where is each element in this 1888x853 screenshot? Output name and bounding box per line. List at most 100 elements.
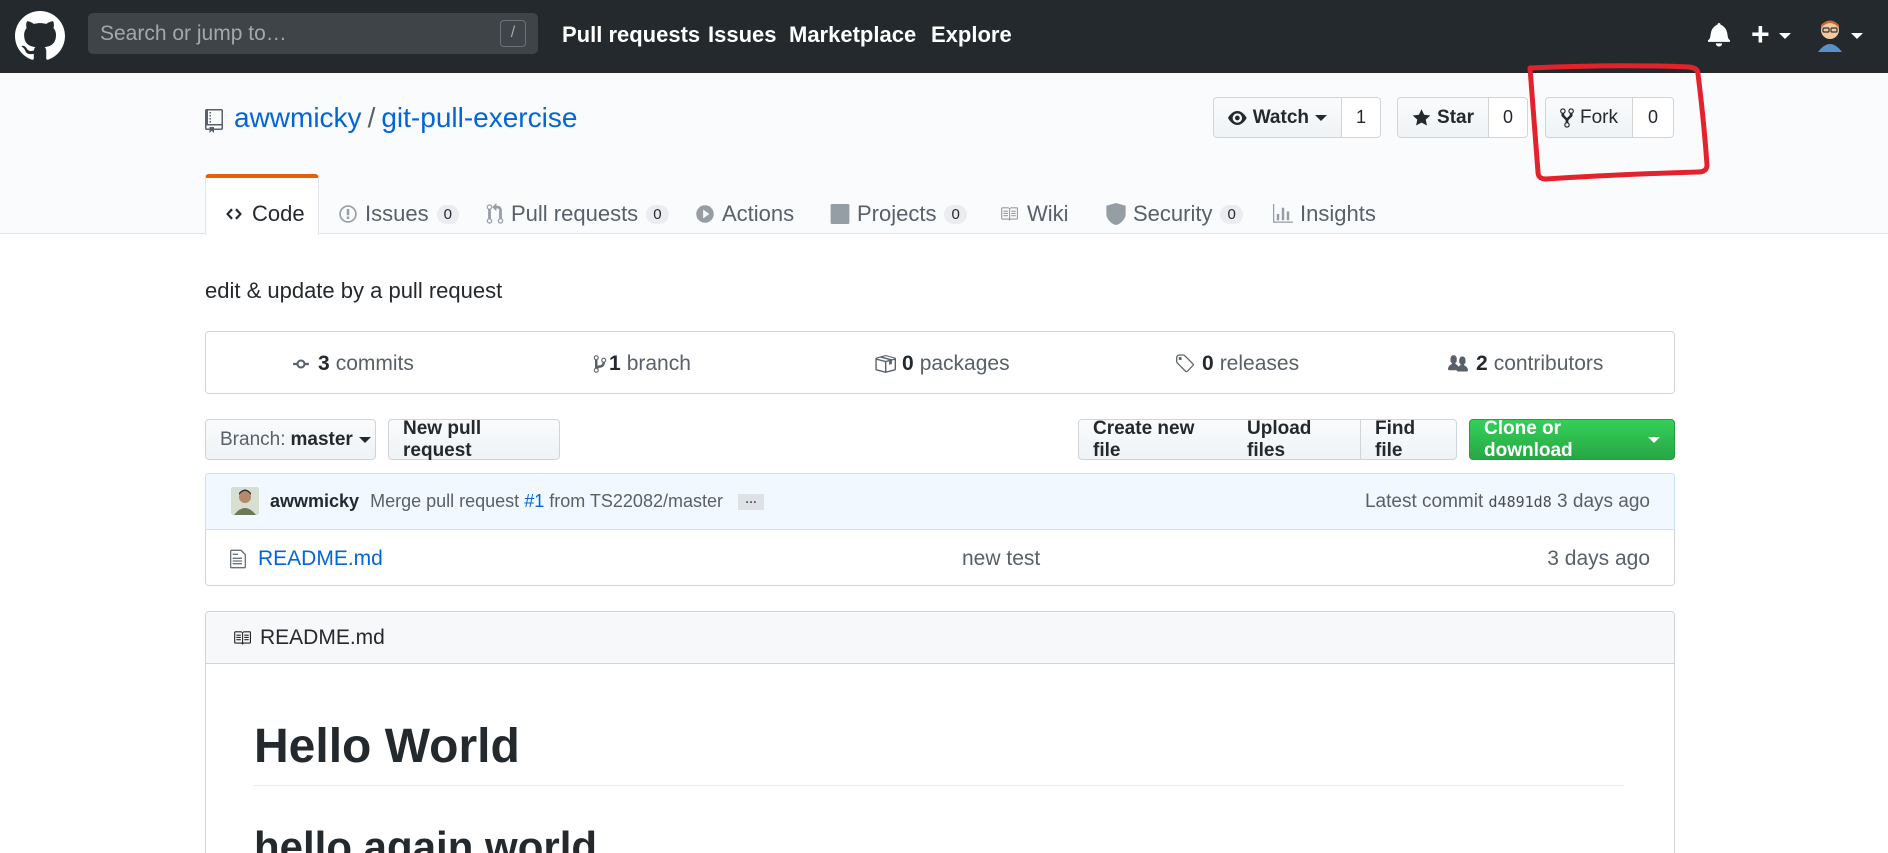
tab-insights-label: Insights bbox=[1300, 201, 1376, 226]
branch-caret-icon bbox=[358, 436, 371, 443]
file-icon bbox=[230, 549, 246, 569]
watch-button[interactable]: Watch bbox=[1213, 97, 1342, 138]
star-icon bbox=[1412, 108, 1431, 125]
watch-group: Watch 1 bbox=[1213, 97, 1381, 138]
create-new-file-button[interactable]: Create new file bbox=[1078, 418, 1234, 461]
readme-title: README.md bbox=[260, 626, 385, 649]
tab-code[interactable]: Code bbox=[223, 193, 305, 235]
nav-marketplace[interactable]: Marketplace bbox=[789, 22, 916, 48]
commit-sha-link[interactable]: d4891d8 bbox=[1489, 493, 1552, 511]
readme-header: README.md bbox=[205, 611, 1675, 664]
commit-age: 3 days ago bbox=[1557, 491, 1650, 512]
readme-heading-2: hello again world bbox=[254, 823, 598, 853]
file-name-link[interactable]: README.md bbox=[258, 547, 383, 571]
upload-files-button[interactable]: Upload files bbox=[1233, 418, 1361, 461]
issue-icon bbox=[339, 205, 357, 223]
releases-count: 0 bbox=[1202, 352, 1214, 375]
tab-projects[interactable]: Projects 0 bbox=[830, 193, 967, 235]
branch-name: master bbox=[290, 428, 353, 450]
packages-summary[interactable]: 0 packages bbox=[874, 352, 1010, 376]
project-icon bbox=[830, 204, 850, 224]
branches-label: branch bbox=[626, 352, 691, 375]
code-icon bbox=[226, 208, 242, 220]
tab-issues-label: Issues bbox=[365, 201, 429, 226]
tab-pull-requests-counter: 0 bbox=[646, 204, 669, 224]
branches-count: 1 bbox=[609, 352, 621, 375]
play-icon bbox=[696, 205, 714, 223]
create-new-plus-icon[interactable]: + bbox=[1751, 16, 1770, 52]
tab-actions[interactable]: Actions bbox=[695, 193, 794, 235]
star-label: Star bbox=[1437, 106, 1474, 128]
branch-icon bbox=[593, 355, 607, 373]
search-placeholder: Search or jump to… bbox=[100, 22, 287, 45]
repo-icon bbox=[205, 109, 223, 133]
people-icon bbox=[1448, 355, 1468, 372]
releases-summary[interactable]: 0 releases bbox=[1174, 352, 1299, 376]
search-input[interactable]: Search or jump to… / bbox=[88, 13, 538, 54]
commit-message-suffix[interactable]: from TS22082/master bbox=[549, 491, 723, 511]
repo-description: edit & update by a pull request bbox=[205, 278, 503, 303]
contributors-summary[interactable]: 2 contributors bbox=[1446, 352, 1603, 376]
file-age: 3 days ago bbox=[1547, 547, 1650, 570]
nav-pull-requests[interactable]: Pull requests bbox=[562, 22, 700, 48]
new-pull-request-button[interactable]: New pull request bbox=[388, 418, 560, 461]
user-menu-caret-icon[interactable] bbox=[1851, 33, 1863, 39]
search-shortcut-hint: / bbox=[500, 20, 526, 47]
readme-body: Hello World hello again world bbox=[205, 663, 1675, 853]
packages-count: 0 bbox=[902, 352, 914, 375]
star-button[interactable]: Star bbox=[1397, 97, 1489, 138]
fork-highlight-annotation bbox=[1527, 63, 1710, 182]
tab-issues-counter: 0 bbox=[436, 204, 459, 224]
packages-label: packages bbox=[919, 352, 1010, 375]
commit-author-link[interactable]: awwmicky bbox=[270, 491, 359, 511]
contributors-label: contributors bbox=[1493, 352, 1604, 375]
book-icon bbox=[1001, 207, 1018, 221]
releases-label: releases bbox=[1219, 352, 1300, 375]
commits-count: 3 bbox=[318, 352, 330, 375]
branches-summary[interactable]: 1 branch bbox=[593, 352, 691, 376]
star-count[interactable]: 0 bbox=[1489, 97, 1528, 138]
commit-author-avatar[interactable] bbox=[231, 487, 259, 515]
commit-pr-link[interactable]: #1 bbox=[524, 491, 544, 511]
commits-summary[interactable]: 3 commits bbox=[290, 352, 414, 376]
latest-commit-label: Latest commit bbox=[1364, 491, 1484, 512]
tab-pull-requests-label: Pull requests bbox=[511, 201, 639, 226]
repo-name-link[interactable]: git-pull-exercise bbox=[381, 102, 577, 133]
commit-message: awwmicky Merge pull request #1 from TS22… bbox=[270, 491, 764, 512]
clone-or-download-button[interactable]: Clone or download bbox=[1469, 418, 1675, 461]
github-logo-icon[interactable] bbox=[15, 11, 65, 61]
file-row: README.md new test 3 days ago bbox=[205, 530, 1675, 586]
tab-pull-requests[interactable]: Pull requests 0 bbox=[486, 193, 669, 235]
tab-insights[interactable]: Insights bbox=[1273, 193, 1376, 235]
watch-count[interactable]: 1 bbox=[1342, 97, 1381, 138]
tab-security-label: Security bbox=[1133, 201, 1213, 226]
book-icon bbox=[234, 631, 251, 645]
tab-security[interactable]: Security 0 bbox=[1106, 193, 1243, 235]
shield-icon bbox=[1106, 203, 1126, 225]
tab-actions-label: Actions bbox=[722, 201, 795, 226]
watch-label: Watch bbox=[1252, 106, 1309, 128]
package-icon bbox=[875, 355, 896, 373]
tag-icon bbox=[1176, 354, 1195, 373]
nav-explore[interactable]: Explore bbox=[931, 22, 1012, 48]
tab-issues[interactable]: Issues 0 bbox=[338, 193, 459, 235]
tab-security-counter: 0 bbox=[1220, 204, 1243, 224]
repo-title-separator: / bbox=[367, 102, 376, 133]
commit-message-prefix[interactable]: Merge pull request bbox=[370, 491, 519, 511]
nav-issues[interactable]: Issues bbox=[708, 22, 777, 48]
tab-wiki[interactable]: Wiki bbox=[998, 193, 1069, 235]
create-new-caret-icon[interactable] bbox=[1779, 33, 1791, 39]
file-commit-message[interactable]: new test bbox=[962, 547, 1040, 571]
watch-caret-icon bbox=[1315, 114, 1327, 121]
commits-label: commits bbox=[335, 352, 414, 375]
user-avatar[interactable] bbox=[1815, 18, 1845, 52]
commit-meta: Latest commit d4891d8 3 days ago bbox=[1365, 491, 1650, 513]
find-file-button[interactable]: Find file bbox=[1360, 418, 1457, 461]
tab-projects-label: Projects bbox=[857, 201, 937, 226]
eye-icon bbox=[1228, 110, 1247, 125]
commit-expand-button[interactable]: … bbox=[738, 493, 764, 511]
notifications-bell-icon[interactable] bbox=[1708, 21, 1730, 47]
repo-owner-link[interactable]: awwmicky bbox=[234, 102, 362, 133]
branch-select-button[interactable]: Branch: master bbox=[205, 419, 376, 460]
contributors-count: 2 bbox=[1476, 352, 1488, 375]
